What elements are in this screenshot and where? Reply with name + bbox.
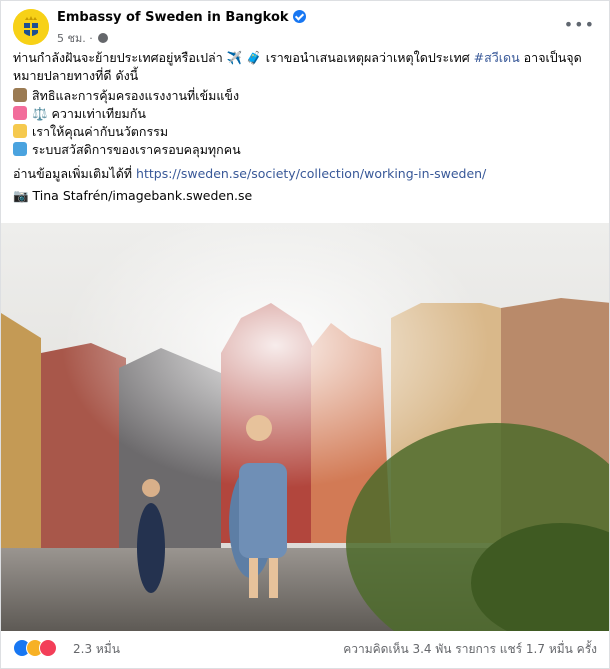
love-reaction-icon	[39, 639, 57, 657]
more-options-button[interactable]: •••	[564, 15, 595, 34]
equality-icon	[13, 106, 27, 120]
worker-icon	[13, 88, 27, 102]
post-text: ท่านกำลังฝันจะย้ายประเทศอยู่หรือเปล่า ✈️…	[13, 49, 597, 205]
post-time[interactable]: 5 ชม.	[57, 32, 86, 45]
lightbulb-icon	[13, 124, 27, 138]
bullet-text: ⚖️ ความเท่าเทียมกัน	[32, 106, 146, 121]
intro-paragraph: ท่านกำลังฝันจะย้ายประเทศอยู่หรือเปล่า ✈️…	[13, 49, 597, 85]
bullet-text: เราให้คุณค่ากับนวัตกรรม	[32, 124, 169, 139]
post-meta: 5 ชม. ·	[57, 29, 109, 47]
photo-credit: 📷 Tina Stafrén/imagebank.sweden.se	[13, 188, 253, 203]
bullet-text: สิทธิและการคุ้มครองแรงงานที่เข้มแข็ง	[32, 88, 240, 103]
post-photo[interactable]	[1, 223, 609, 631]
reaction-icons[interactable]	[13, 639, 57, 657]
read-more-label: อ่านข้อมูลเพิ่มเติมได้ที่	[13, 166, 137, 181]
read-more-line: อ่านข้อมูลเพิ่มเติมได้ที่ https://sweden…	[13, 165, 597, 183]
globe-icon	[98, 33, 109, 43]
post-footer: 2.3 หมื่น ความคิดเห็น 3.4 พัน รายการ แชร…	[13, 633, 597, 663]
post-header: Embassy of Sweden in Bangkok 5 ชม. · •••	[13, 9, 597, 49]
ship-icon	[13, 142, 27, 156]
page-name[interactable]: Embassy of Sweden in Bangkok	[57, 10, 306, 25]
bullet-item: สิทธิและการคุ้มครองแรงงานที่เข้มแข็ง	[13, 87, 597, 105]
bullet-text: ระบบสวัสดิการของเราครอบคลุมทุกคน	[32, 142, 241, 157]
page-avatar[interactable]	[13, 9, 49, 45]
comments-shares-count[interactable]: ความคิดเห็น 3.4 พัน รายการ แชร์ 1.7 หมื่…	[343, 640, 597, 659]
verified-badge-icon	[292, 10, 306, 23]
stockholm-square-photo	[1, 223, 609, 631]
hashtag-link[interactable]: #สวีเดน	[474, 50, 520, 65]
facebook-post-card: Embassy of Sweden in Bangkok 5 ชม. · •••…	[0, 0, 610, 669]
meta-separator: ·	[89, 32, 93, 45]
page-name-text[interactable]: Embassy of Sweden in Bangkok	[57, 10, 289, 25]
sweden-se-link[interactable]: https://sweden.se/society/collection/wor…	[136, 166, 486, 181]
reaction-count[interactable]: 2.3 หมื่น	[73, 640, 120, 659]
swedish-crest-icon	[13, 9, 49, 45]
bullet-item: ระบบสวัสดิการของเราครอบคลุมทุกคน	[13, 141, 597, 159]
bullet-item: ⚖️ ความเท่าเทียมกัน	[13, 105, 597, 123]
intro-text: ท่านกำลังฝันจะย้ายประเทศอยู่หรือเปล่า ✈️…	[13, 50, 474, 65]
bullet-item: เราให้คุณค่ากับนวัตกรรม	[13, 123, 597, 141]
